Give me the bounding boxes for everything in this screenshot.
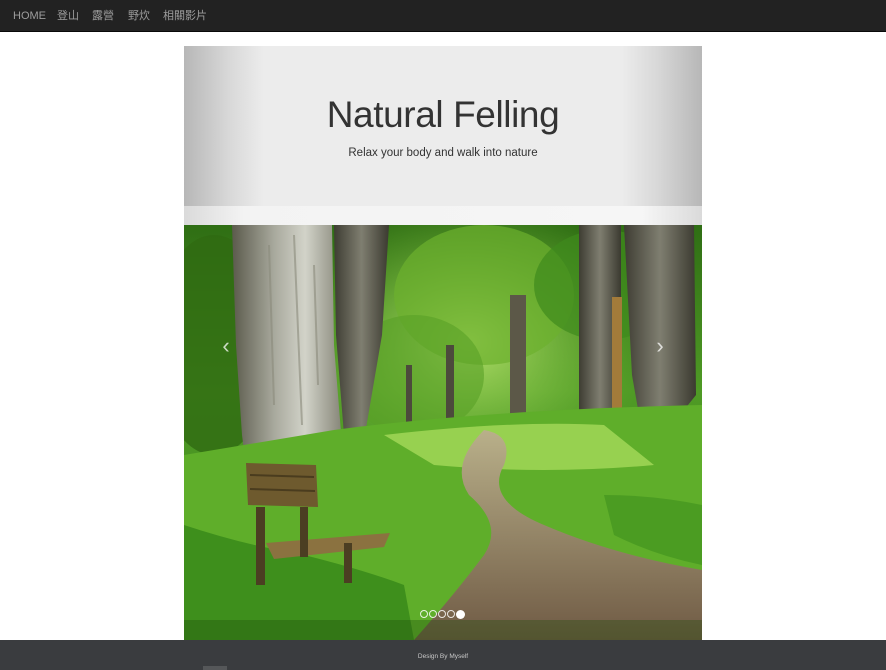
nav-item-outdoor-cooking[interactable]: 野炊 — [128, 0, 150, 32]
image-carousel[interactable]: ‹ › — [184, 225, 702, 640]
nav-item-related-videos[interactable]: 相關影片 — [163, 0, 207, 32]
top-navbar: HOME 登山 露營 野炊 相關影片 — [0, 0, 886, 32]
hero-banner: Natural Felling Relax your body and walk… — [184, 46, 702, 206]
carousel-indicator-1[interactable] — [420, 610, 428, 618]
carousel-indicator-5[interactable] — [456, 609, 465, 619]
carousel-indicator-4[interactable] — [447, 610, 455, 618]
footer-scroll-handle[interactable] — [203, 666, 227, 670]
carousel-indicator-3[interactable] — [438, 610, 446, 618]
hero-subtitle: Relax your body and walk into nature — [348, 147, 538, 159]
banner-divider — [184, 206, 702, 225]
carousel-next-control[interactable]: › — [642, 335, 678, 357]
nav-item-hiking[interactable]: 登山 — [57, 0, 79, 32]
forest-path-photo — [184, 225, 702, 640]
nav-item-home[interactable]: HOME — [13, 0, 46, 32]
hero-title: Natural Felling — [326, 94, 560, 135]
footer-credit: Design By Myself — [417, 653, 469, 660]
nav-item-camping[interactable]: 露營 — [92, 0, 114, 32]
page-footer: Design By Myself — [0, 640, 886, 670]
carousel-prev-control[interactable]: ‹ — [208, 335, 244, 357]
carousel-indicator-2[interactable] — [429, 610, 437, 618]
